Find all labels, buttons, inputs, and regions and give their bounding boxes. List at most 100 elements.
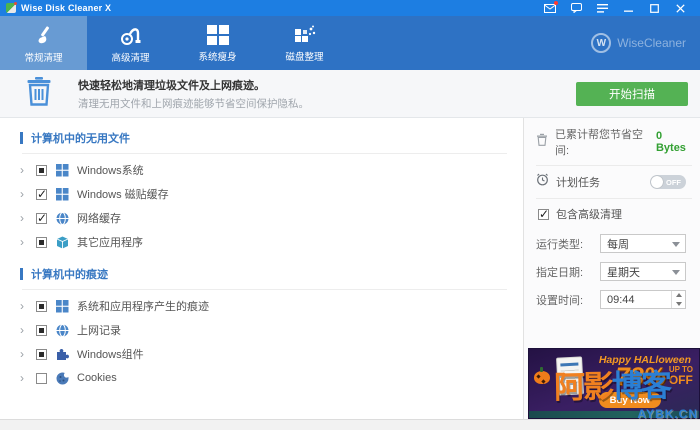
day-select[interactable]: 星期天 [600,262,686,281]
brand-name: WiseCleaner [617,36,686,50]
vacuum-icon [118,23,144,47]
time-spinner[interactable]: 09:44 [600,290,686,309]
list-item-tile-cache[interactable]: › Windows 磁贴缓存 [20,182,507,206]
menu-icon[interactable] [596,3,608,14]
spinner-buttons [671,291,685,308]
chevron-right-icon[interactable]: › [20,164,28,176]
hero-subtitle: 清理无用文件和上网痕迹能够节省空间保护隐私。 [78,96,309,111]
windows-logo-icon [206,24,230,46]
chevron-down-icon [672,242,680,247]
spin-down-button[interactable] [672,300,685,309]
savings-label: 已累计帮您节省空间: [555,126,649,158]
run-type-select[interactable]: 每周 [600,234,686,253]
start-scan-button[interactable]: 开始扫描 [576,82,688,106]
close-icon[interactable] [674,3,686,14]
tab-system-slim[interactable]: 系统瘦身 [174,16,261,70]
checkbox[interactable] [36,325,47,336]
chevron-right-icon[interactable]: › [20,236,28,248]
maximize-icon[interactable] [648,3,660,14]
promo-discount: 78% UP TO OFF [616,365,693,390]
trash-icon [26,76,52,111]
scheduled-task-toggle[interactable]: OFF [650,175,686,189]
side-panel: 已累计帮您节省空间: 0 Bytes 计划任务 OFF 包含高级清理 [524,118,700,419]
checkbox[interactable] [36,213,47,224]
section-header-traces: 计算机中的痕迹 [20,264,507,284]
tab-label: 高级清理 [111,50,149,64]
tab-common-clean[interactable]: 常规清理 [0,16,87,70]
list-item-cookies[interactable]: › Cookies [20,366,507,390]
chevron-right-icon[interactable]: › [20,324,28,336]
checkbox[interactable] [36,189,47,200]
toggle-knob [651,176,663,188]
section-accent-bar [20,268,23,280]
day-row: 指定日期: 星期天 [536,262,692,281]
chevron-right-icon[interactable]: › [20,212,28,224]
checkbox[interactable] [538,209,549,220]
minimize-icon[interactable] [622,3,634,14]
mail-icon[interactable] [544,3,556,14]
app-icon [6,3,16,13]
list-item-windows-components[interactable]: › Windows组件 [20,342,507,366]
schedule-row: 计划任务 OFF [536,173,692,191]
spacer [20,254,507,262]
titlebar-controls [544,3,694,14]
list-item-other-apps[interactable]: › 其它应用程序 [20,230,507,254]
package-icon [55,235,69,249]
brush-icon [31,23,57,47]
list-item-system-traces[interactable]: › 系统和应用程序产生的痕迹 [20,294,507,318]
windows-logo-icon [55,187,69,201]
separator [22,289,507,290]
separator [536,165,692,166]
tab-label: 系统瘦身 [198,49,236,63]
savings-value: 0 Bytes [656,130,692,154]
chevron-right-icon[interactable]: › [20,300,28,312]
time-label: 设置时间: [536,292,583,308]
hero-title: 快速轻松地清理垃圾文件及上网痕迹。 [78,77,309,93]
clock-icon [536,173,549,191]
checkbox[interactable] [36,349,47,360]
globe-icon [55,211,69,225]
titlebar: Wise Disk Cleaner X [0,0,700,16]
main-area: 计算机中的无用文件 › Windows系统 › Windows 磁贴缓存 › 网… [0,118,700,419]
checkbox[interactable] [36,373,47,384]
checkbox[interactable] [36,165,47,176]
separator [536,198,692,199]
wisecleaner-logo-icon: W [591,33,611,53]
brand-logo: W WiseCleaner [591,16,700,70]
product-box-image [556,356,584,395]
section-accent-bar [20,132,23,144]
notification-dot [554,1,558,5]
hero-banner: 快速轻松地清理垃圾文件及上网痕迹。 清理无用文件和上网痕迹能够节省空间保护隐私。… [0,70,700,118]
hero-text: 快速轻松地清理垃圾文件及上网痕迹。 清理无用文件和上网痕迹能够节省空间保护隐私。 [78,77,309,111]
checkbox[interactable] [36,237,47,248]
chevron-right-icon[interactable]: › [20,188,28,200]
chat-icon[interactable] [570,3,582,14]
pumpkin-icon [534,371,550,384]
section-header-junk: 计算机中的无用文件 [20,128,507,148]
time-row: 设置时间: 09:44 [536,290,692,309]
list-item-windows-system[interactable]: › Windows系统 [20,158,507,182]
tab-disk-defrag[interactable]: 磁盘整理 [261,16,348,70]
spin-up-button[interactable] [672,291,685,300]
chevron-right-icon[interactable]: › [20,348,28,360]
chevron-right-icon[interactable]: › [20,372,28,384]
windows-logo-icon [55,163,69,177]
buy-now-button[interactable]: Buy Now [599,392,661,408]
defrag-icon [293,24,317,46]
cleanup-list: 计算机中的无用文件 › Windows系统 › Windows 磁贴缓存 › 网… [0,118,524,419]
run-type-row: 运行类型: 每周 [536,234,692,253]
tabbar: 常规清理 高级清理 系统瘦身 磁盘整理 W WiseCleaner [0,16,700,70]
wise-disk-cleaner-window: Wise Disk Cleaner X [0,0,700,430]
window-title: Wise Disk Cleaner X [21,3,111,13]
list-item-browsing-history[interactable]: › 上网记录 [20,318,507,342]
list-item-web-cache[interactable]: › 网络缓存 [20,206,507,230]
day-label: 指定日期: [536,264,583,280]
promo-banner[interactable]: Happy HALloween 78% UP TO OFF Buy Now [528,348,700,419]
include-advanced-label: 包含高级清理 [556,206,622,222]
include-advanced-row[interactable]: 包含高级清理 [538,206,692,222]
chevron-down-icon [672,270,680,275]
checkbox[interactable] [36,301,47,312]
tab-advanced-clean[interactable]: 高级清理 [87,16,174,70]
time-value: 09:44 [601,294,671,306]
cookie-icon [55,371,69,385]
